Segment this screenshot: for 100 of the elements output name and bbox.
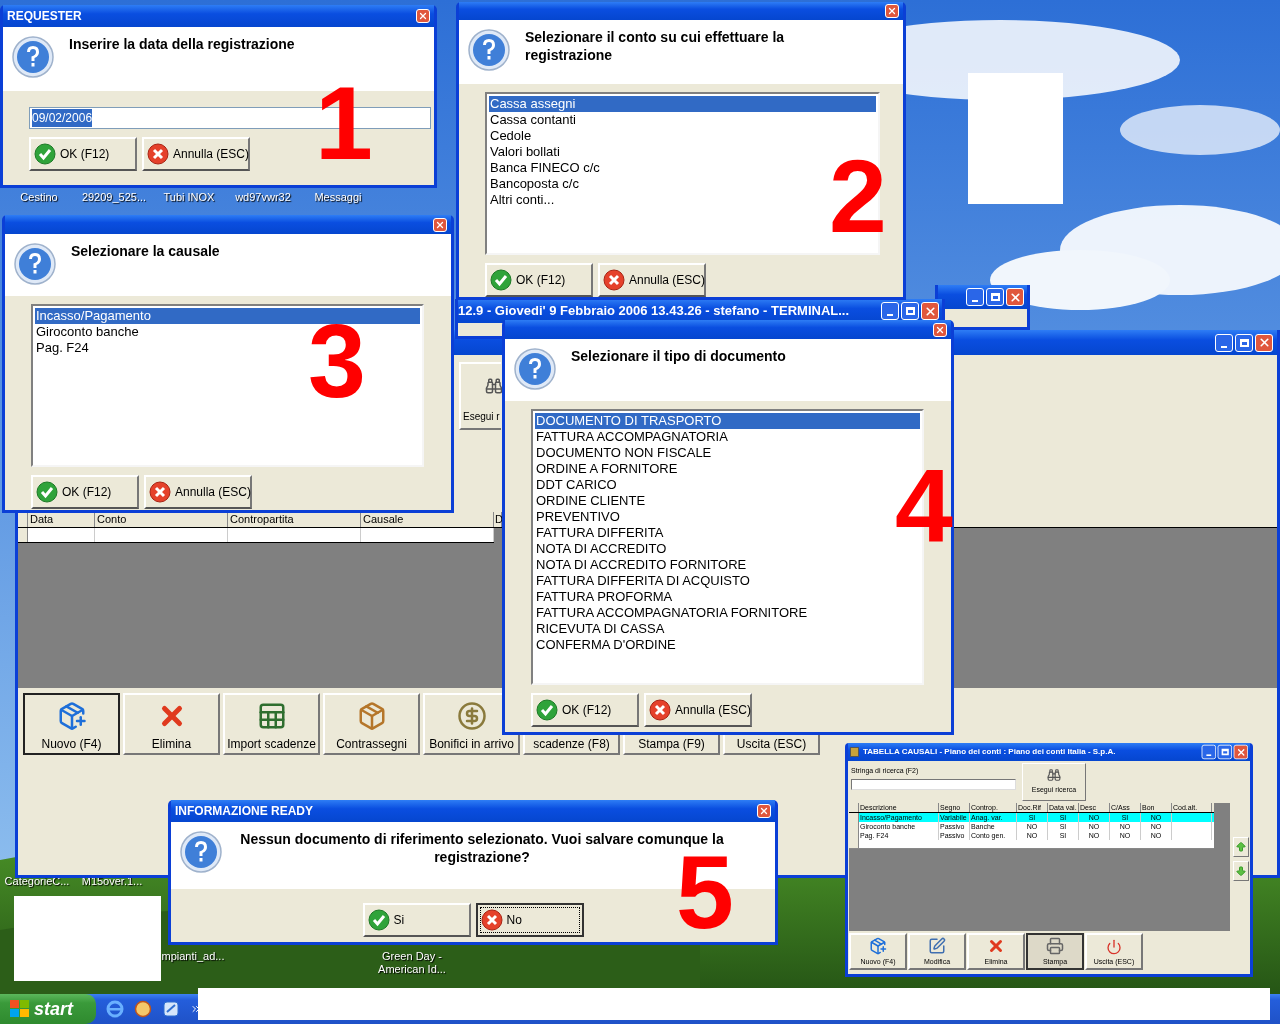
desktop-icon-label[interactable]: 29209_525... [74,191,154,204]
list-item[interactable]: DDT CARICO [535,477,618,493]
toolbar-button[interactable]: Contrassegni [323,693,420,755]
edit-icon [928,936,946,955]
browser-icon[interactable] [106,1000,124,1018]
cancel-icon [480,909,503,931]
windows-logo-icon [10,1000,30,1018]
close-icon [887,6,897,16]
list-item[interactable]: RICEVUTA DI CASSA [535,621,666,637]
close-button[interactable] [757,804,771,818]
start-button[interactable]: start [0,994,96,1024]
close-button[interactable] [933,322,947,337]
dialog-button[interactable]: Annulla (ESC) [644,693,752,727]
toolbar-button[interactable]: Import scadenze [223,693,320,755]
list-item[interactable]: DOCUMENTO DI TRASPORTO [535,413,920,429]
app-launcher-icon[interactable] [162,1000,180,1018]
list-item[interactable]: FATTURA DIFFERITA [535,525,665,541]
cancel-icon [147,143,169,165]
dialog-button[interactable]: No [475,903,584,937]
cancel-icon [149,481,171,503]
desktop-icon-label[interactable]: mpianti_ad... [157,950,229,963]
minimize-button[interactable] [966,288,984,306]
list-item[interactable]: Giroconto banche [35,324,140,340]
question-icon [179,830,223,874]
close-button[interactable] [885,4,899,18]
list-item[interactable]: FATTURA PROFORMA [535,589,674,605]
list-item[interactable]: CONFERMA D'ORDINE [535,637,677,653]
cancel-icon [603,269,625,291]
list-item[interactable]: Incasso/Pagamento [35,308,420,324]
close-icon [1257,336,1271,349]
close-button[interactable] [1233,744,1248,760]
maximize-button[interactable] [1235,333,1253,352]
list-item[interactable]: FATTURA DIFFERITA DI ACQUISTO [535,573,751,589]
dialog-button[interactable]: Annulla (ESC) [144,475,252,509]
maximize-button[interactable] [986,288,1004,306]
list-item[interactable]: NOTA DI ACCREDITO [535,541,668,557]
list-item[interactable]: FATTURA ACCOMPAGNATORIA [535,429,729,445]
close-icon [923,304,937,318]
close-button[interactable] [921,302,939,320]
list-item[interactable]: DOCUMENTO NON FISCALE [535,445,713,461]
list-item[interactable]: PREVENTIVO [535,509,621,525]
dialog-button[interactable]: OK (F12) [31,475,139,509]
list-item[interactable]: Altri conti... [489,192,556,208]
check-icon [367,909,390,931]
check-icon [536,699,558,721]
minimize-button[interactable] [881,302,899,320]
close-button[interactable] [433,217,447,232]
dialog-prompt: Selezionare il tipo di documento [571,347,787,365]
minimize-button[interactable] [1201,744,1216,760]
dialog-button[interactable]: Annulla (ESC) [142,137,250,171]
minimize-button[interactable] [1215,333,1233,352]
binoculars-icon [1047,768,1061,783]
list-item[interactable]: Cassa assegni [489,96,876,112]
dialog-prompt: Selezionare il conto su cui effettuare la registrazione [525,28,786,64]
list-item[interactable]: Cedole [489,128,533,144]
window-title: TABELLA CAUSALI - Piano dei conti : Piano dei conti Italia - S.p.A. [863,746,1117,758]
dialog-button[interactable]: OK (F12) [531,693,639,727]
search-field[interactable] [851,778,1016,790]
dialog-button[interactable]: Annulla (ESC) [598,263,706,297]
list-item[interactable]: Banca FINECO c/c [489,160,601,176]
close-button[interactable] [1006,288,1024,306]
move-up-button[interactable] [1233,837,1249,857]
dialog-button[interactable]: Si [362,903,471,937]
list-item[interactable]: NOTA DI ACCREDITO FORNITORE [535,557,748,573]
dialog-prompt: Inserire la data della registrazione [69,35,296,53]
list-item[interactable]: Cassa contanti [489,112,577,128]
close-icon [435,219,445,230]
maximize-button[interactable] [1217,744,1232,760]
desktop-icon-label[interactable]: Cestino [14,191,64,204]
desktop-icon-label[interactable]: M15over.1... [76,875,148,888]
desktop-icon-label[interactable]: wd97vwr32 [228,191,298,204]
desktop-icon-label[interactable]: Messaggi [308,191,368,204]
list-item[interactable]: Pag. F24 [35,340,90,356]
check-icon [490,269,512,291]
binoculars-icon [485,377,503,395]
close-icon [1008,290,1022,304]
desktop-icon-label[interactable]: CategorieC... [2,875,72,888]
close-icon [935,324,945,335]
close-icon [759,806,769,816]
list-item[interactable]: Valori bollati [489,144,561,160]
window-title: REQUESTER [7,8,82,25]
toolbar-button[interactable]: Nuovo (F4) [23,693,120,755]
list-item[interactable]: ORDINE A FORNITORE [535,461,679,477]
move-down-button[interactable] [1233,861,1249,881]
desktop-icon-label[interactable]: Green Day - American Id... [372,950,452,976]
close-button[interactable] [1255,333,1273,352]
dialog-button[interactable]: OK (F12) [29,137,137,171]
close-icon [418,11,428,21]
maximize-button[interactable] [901,302,919,320]
question-icon [513,347,557,391]
list-item[interactable]: FATTURA ACCOMPAGNATORIA FORNITORE [535,605,809,621]
table-row[interactable] [18,528,494,543]
money-icon [456,701,487,731]
list-item[interactable]: Bancoposta c/c [489,176,580,192]
toolbar-button[interactable]: Elimina [123,693,220,755]
close-button[interactable] [416,9,430,23]
desktop-icon-label[interactable]: Tubi INOX [158,191,220,204]
question-icon [11,35,55,79]
dialog-button[interactable]: OK (F12) [485,263,593,297]
list-item[interactable]: ORDINE CLIENTE [535,493,647,509]
